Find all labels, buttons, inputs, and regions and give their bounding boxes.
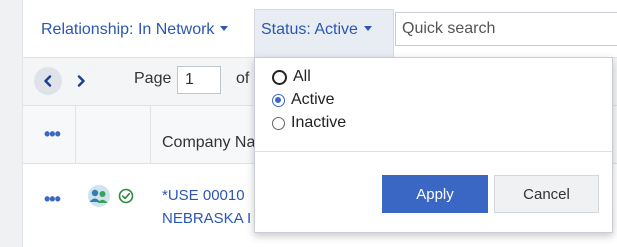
status-filter[interactable]: Status: Active (261, 19, 372, 41)
header-more-menu[interactable]: ••• (44, 124, 61, 145)
radio-all[interactable] (272, 69, 287, 85)
status-dropdown-panel: All Active Inactive Apply Cancel (254, 57, 613, 233)
caret-down-icon (363, 26, 372, 32)
apply-button[interactable]: Apply (382, 175, 488, 213)
filter-bar: Relationship: In Network Status: Active (23, 0, 617, 58)
caret-down-icon (220, 26, 229, 32)
page-of-label: of (236, 70, 250, 87)
page-label: Page (134, 70, 172, 87)
status-option-all-label: All (293, 68, 311, 85)
cancel-button[interactable]: Cancel (494, 175, 599, 213)
status-option-active-label: Active (291, 91, 335, 108)
company-name-line1[interactable]: *USE 00010 (162, 184, 251, 207)
relationship-filter-label: Relationship: In Network (41, 21, 215, 38)
quick-search-input[interactable] (395, 12, 617, 46)
row-more-menu[interactable]: ••• (44, 189, 61, 210)
column-divider (75, 106, 76, 164)
status-option-inactive-label: Inactive (291, 114, 347, 131)
chevron-right-icon (77, 75, 85, 87)
company-name-cell[interactable]: *USE 00010 NEBRASKA I (162, 184, 251, 230)
next-page-button[interactable] (67, 67, 95, 95)
row-status-icons (86, 184, 134, 208)
check-circle-icon (118, 188, 134, 204)
previous-page-button[interactable] (34, 67, 62, 95)
status-filter-label: Status: Active (261, 21, 358, 38)
dropdown-divider (255, 151, 612, 152)
company-name-column-header[interactable]: Company Na (162, 134, 255, 152)
status-option-all[interactable]: All (272, 68, 311, 86)
chevron-left-icon (44, 75, 52, 87)
status-option-inactive[interactable]: Inactive (272, 114, 346, 132)
radio-active[interactable] (272, 93, 285, 107)
column-divider (150, 106, 151, 164)
radio-inactive[interactable] (272, 116, 285, 130)
page-number-input[interactable] (177, 66, 221, 94)
network-people-icon (88, 185, 110, 207)
company-name-line2[interactable]: NEBRASKA I (162, 207, 251, 230)
left-strip (0, 0, 23, 247)
status-option-active[interactable]: Active (272, 91, 335, 109)
relationship-filter[interactable]: Relationship: In Network (41, 19, 229, 41)
